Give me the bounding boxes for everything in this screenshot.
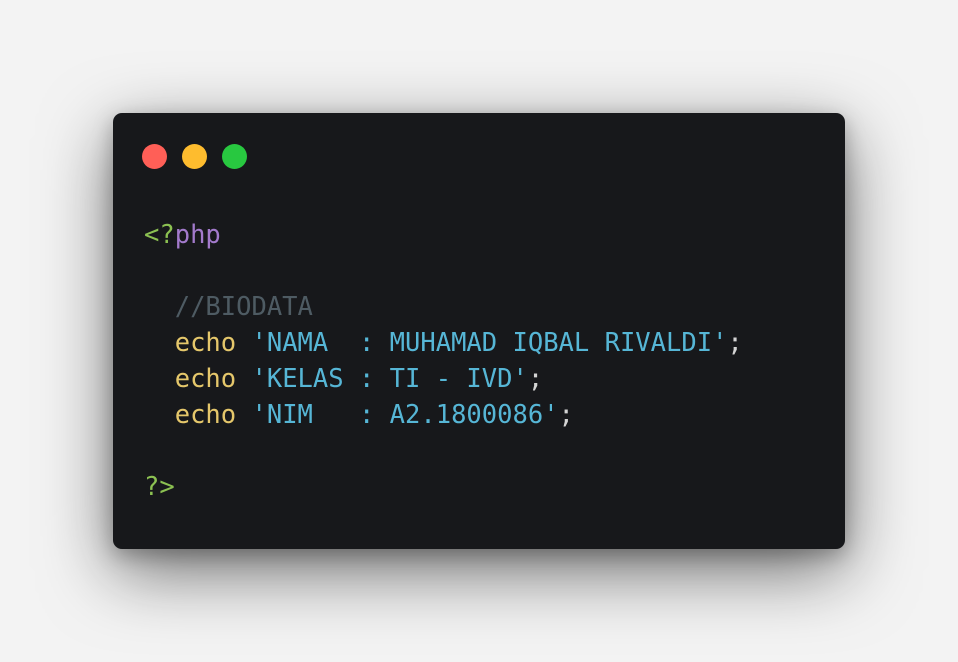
string-literal: 'NAMA : MUHAMAD IQBAL RIVALDI' bbox=[251, 328, 728, 358]
code-line-open-tag: <?php bbox=[144, 217, 743, 253]
code-comment: //BIODATA bbox=[174, 292, 313, 322]
echo-keyword: echo bbox=[174, 364, 237, 394]
php-open-tag-keyword: php bbox=[174, 220, 221, 250]
semicolon: ; bbox=[558, 400, 574, 430]
code-line-close-tag: ?> bbox=[144, 469, 743, 505]
close-dot-icon bbox=[142, 144, 167, 169]
minimize-dot-icon bbox=[182, 144, 207, 169]
maximize-dot-icon bbox=[222, 144, 247, 169]
code-line-echo-nama: echo 'NAMA : MUHAMAD IQBAL RIVALDI'; bbox=[144, 325, 743, 361]
php-close-tag: ?> bbox=[144, 472, 175, 502]
page-background: <?php //BIODATA echo 'NAMA : MUHAMAD IQB… bbox=[0, 0, 958, 662]
echo-keyword: echo bbox=[174, 328, 237, 358]
code-window: <?php //BIODATA echo 'NAMA : MUHAMAD IQB… bbox=[113, 113, 845, 549]
window-controls bbox=[142, 144, 247, 169]
code-line-echo-kelas: echo 'KELAS : TI - IVD'; bbox=[144, 361, 743, 397]
echo-keyword: echo bbox=[174, 400, 237, 430]
code-line-comment: //BIODATA bbox=[144, 289, 743, 325]
code-line-echo-nim: echo 'NIM : A2.1800086'; bbox=[144, 397, 743, 433]
semicolon: ; bbox=[727, 328, 743, 358]
php-open-tag: <? bbox=[144, 220, 175, 250]
string-literal: 'KELAS : TI - IVD' bbox=[251, 364, 528, 394]
code-block: <?php //BIODATA echo 'NAMA : MUHAMAD IQB… bbox=[144, 217, 743, 505]
semicolon: ; bbox=[527, 364, 544, 394]
string-literal: 'NIM : A2.1800086' bbox=[251, 400, 559, 430]
